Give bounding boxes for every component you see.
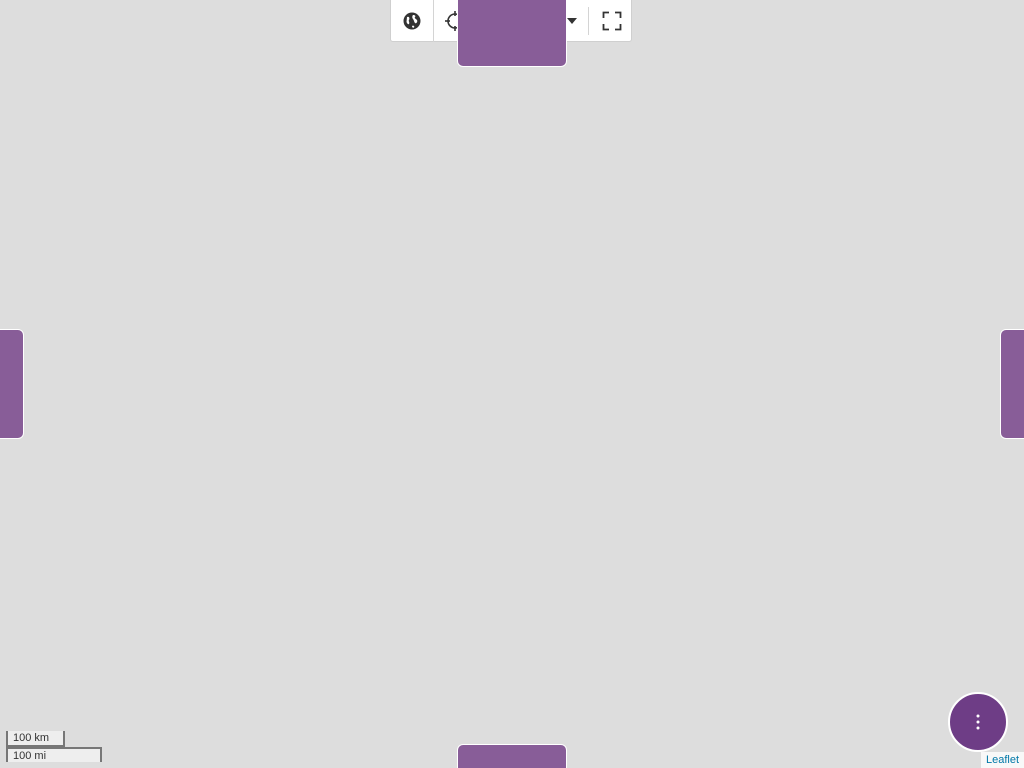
globe-icon: [403, 12, 421, 29]
more-vertical-icon: [976, 714, 980, 730]
left-drawer-tab[interactable]: [0, 329, 24, 439]
scale-imperial: 100 mi: [6, 747, 102, 762]
toolbar-divider: [588, 6, 589, 35]
bottom-drawer-tab[interactable]: [457, 744, 567, 768]
fullscreen-button[interactable]: [593, 0, 631, 42]
map-container[interactable]: 100 km 100 mi Leaflet: [0, 0, 1024, 768]
right-drawer-tab[interactable]: [1000, 329, 1024, 439]
fullscreen-icon: [602, 11, 622, 30]
scale-control: 100 km 100 mi: [6, 731, 102, 762]
leaflet-link[interactable]: Leaflet: [986, 754, 1019, 766]
attribution: Leaflet: [980, 752, 1024, 768]
caret-down-icon: [567, 17, 577, 24]
top-drawer-tab[interactable]: [457, 0, 567, 67]
more-options-button[interactable]: [948, 692, 1008, 752]
scale-metric: 100 km: [6, 731, 65, 747]
globe-button[interactable]: [391, 0, 434, 42]
